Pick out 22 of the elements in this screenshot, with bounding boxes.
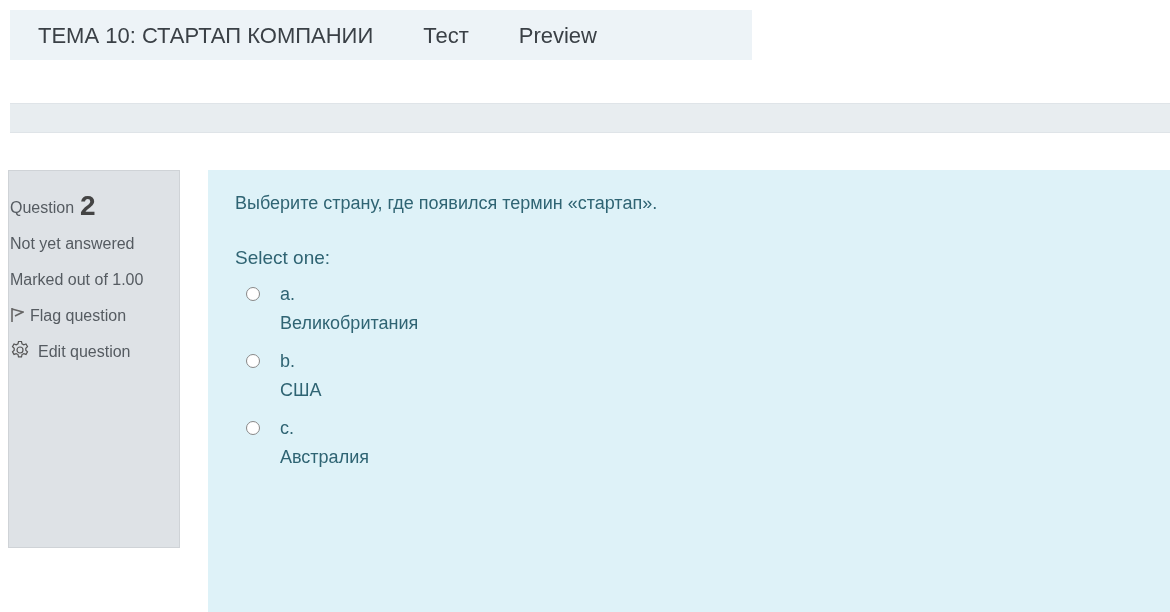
option-letter: b. [280,349,295,373]
flag-question-link[interactable]: Flag question [10,307,127,324]
radio-button[interactable] [246,354,260,368]
breadcrumb-link[interactable]: ТЕМА 10: СТАРТАП КОМПАНИИ [38,18,374,52]
question-number: 2 [80,191,96,221]
select-one-label: Select one: [235,246,332,270]
option-label: Великобритания [279,311,420,335]
option-label: Австралия [279,445,370,469]
breadcrumb-link[interactable]: Preview [518,18,597,52]
breadcrumb-link[interactable]: Тест [423,18,469,52]
question-text: Выберите страну, где появился термин «стартап». [235,192,659,215]
option-label: США [279,378,323,402]
option-letter: a. [280,282,295,306]
edit-question-link[interactable]: Edit question [10,343,131,360]
question-state: Not yet answered [10,234,136,254]
settings-icon [10,340,30,360]
radio-button[interactable] [246,287,260,301]
radio-button[interactable] [246,421,260,435]
flag-icon [10,307,24,323]
option-letter: c. [280,416,294,440]
question-label: Question [10,198,75,218]
question-marks: Marked out of 1.00 [10,270,145,290]
